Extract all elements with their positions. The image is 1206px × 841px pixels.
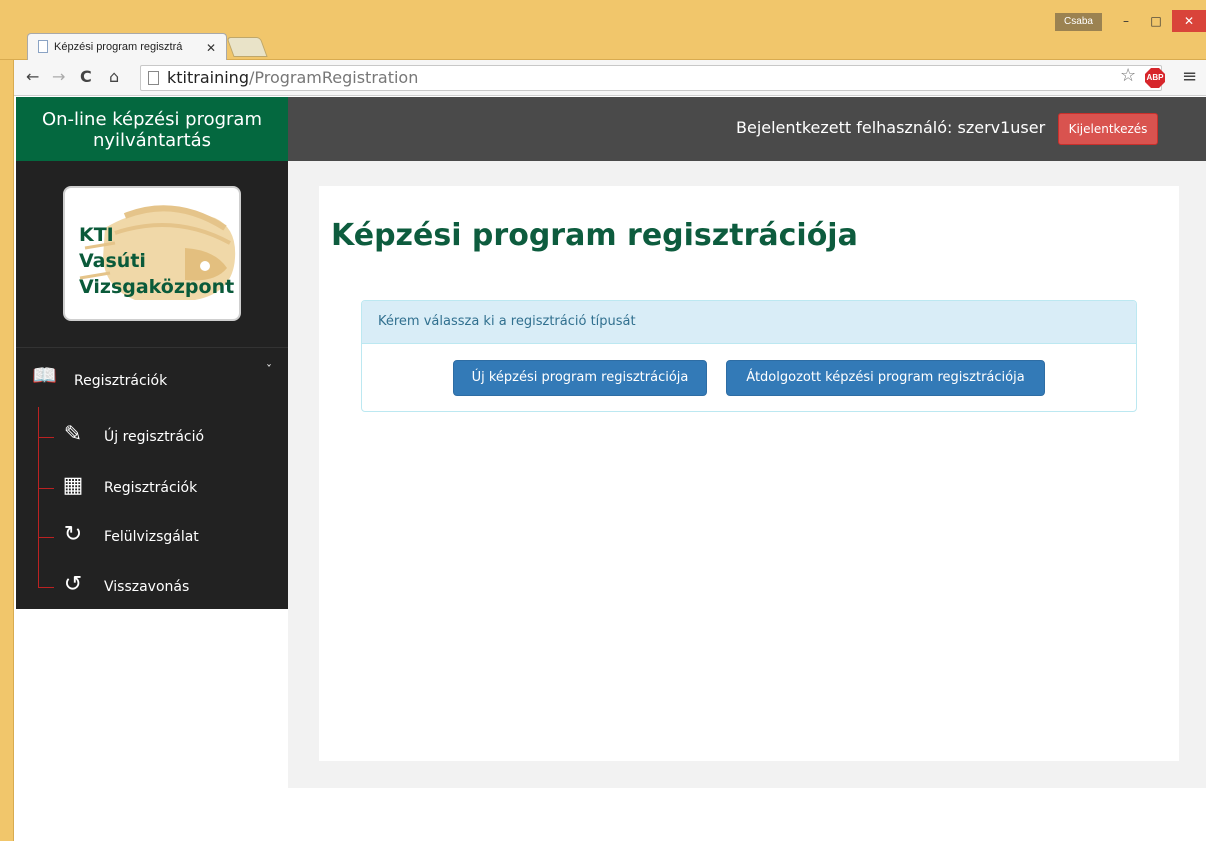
adblock-icon[interactable]: ABP — [1145, 68, 1165, 88]
forward-icon[interactable]: → — [52, 67, 65, 86]
window-user-badge[interactable]: Csaba — [1055, 13, 1102, 31]
new-program-registration-button[interactable]: Új képzési program regisztrációja — [453, 360, 707, 396]
close-icon[interactable]: ✕ — [1172, 10, 1206, 32]
sidebar-item-label: Új regisztráció — [104, 429, 205, 445]
book-icon: 📖 — [32, 363, 57, 387]
sidebar-item-withdrawal[interactable]: ↺ Visszavonás — [38, 567, 288, 607]
page-icon — [148, 71, 159, 85]
browser-menu-icon[interactable]: ≡ — [1182, 66, 1197, 87]
table-icon: ▦ — [62, 473, 84, 498]
top-navbar: Bejelentkezett felhasználó: szerv1user K… — [288, 97, 1206, 161]
new-tab-button[interactable] — [226, 37, 268, 57]
reload-icon[interactable]: C — [80, 67, 92, 86]
sidebar-divider — [16, 347, 288, 348]
sidebar-section-label: Regisztrációk — [74, 373, 168, 389]
app-brand[interactable]: On-line képzési program nyilvántartás — [16, 97, 288, 161]
url-host: ktitraining — [167, 68, 249, 87]
sidebar-item-new-registration[interactable]: ✎ Új regisztráció — [38, 417, 288, 457]
undo-icon: ↺ — [63, 572, 83, 597]
back-icon[interactable]: ← — [26, 67, 39, 86]
chevron-down-icon[interactable]: ˇ — [266, 363, 272, 377]
sidebar-item-review[interactable]: ↻ Felülvizsgálat — [38, 517, 288, 557]
sidebar-item-registrations[interactable]: ▦ Regisztrációk — [38, 468, 288, 508]
panel-heading: Kérem válassza ki a regisztráció típusát — [362, 301, 1136, 344]
address-bar[interactable]: ktitraining/ProgramRegistration — [140, 65, 1162, 91]
browser-titlebar: Képzési program regisztrá ✕ Csaba – □ ✕ — [0, 0, 1206, 61]
kti-logo: KTI Vasúti Vizsgaközpont — [63, 186, 241, 321]
registration-type-panel: Kérem válassza ki a regisztráció típusát… — [361, 300, 1137, 412]
url-path: /ProgramRegistration — [248, 68, 419, 87]
logo-text: KTI Vasúti Vizsgaközpont — [79, 224, 235, 298]
tab-close-icon[interactable]: ✕ — [206, 41, 216, 55]
browser-tab[interactable]: Képzési program regisztrá ✕ — [27, 33, 227, 61]
edit-icon: ✎ — [63, 422, 83, 447]
logged-in-user: Bejelentkezett felhasználó: szerv1user — [736, 118, 1046, 137]
page-icon — [38, 40, 48, 53]
minimize-icon[interactable]: – — [1112, 10, 1140, 32]
browser-toolbar: ← → C ⌂ ktitraining/ProgramRegistration … — [14, 60, 1206, 96]
logout-button[interactable]: Kijelentkezés — [1058, 113, 1158, 145]
sidebar-item-label: Felülvizsgálat — [104, 529, 199, 545]
sidebar-item-label: Visszavonás — [104, 579, 190, 595]
maximize-icon[interactable]: □ — [1142, 10, 1170, 32]
sidebar-section-registrations[interactable]: 📖 Regisztrációk ˇ — [16, 361, 288, 401]
page-title: Képzési program regisztrációja — [331, 218, 858, 253]
main-panel: Képzési program regisztrációja Kérem vál… — [319, 186, 1179, 761]
window-frame-left — [0, 60, 14, 841]
refresh-icon: ↻ — [63, 522, 83, 547]
reworked-program-registration-button[interactable]: Átdolgozott képzési program regisztráció… — [726, 360, 1045, 396]
sidebar-item-label: Regisztrációk — [104, 480, 198, 496]
tab-title: Képzési program regisztrá — [54, 41, 183, 53]
home-icon[interactable]: ⌂ — [109, 67, 119, 86]
sidebar: On-line képzési program nyilvántartás KT… — [16, 97, 288, 609]
bookmark-star-icon[interactable]: ☆ — [1120, 65, 1136, 86]
app-root: On-line képzési program nyilvántartás KT… — [14, 97, 1206, 841]
